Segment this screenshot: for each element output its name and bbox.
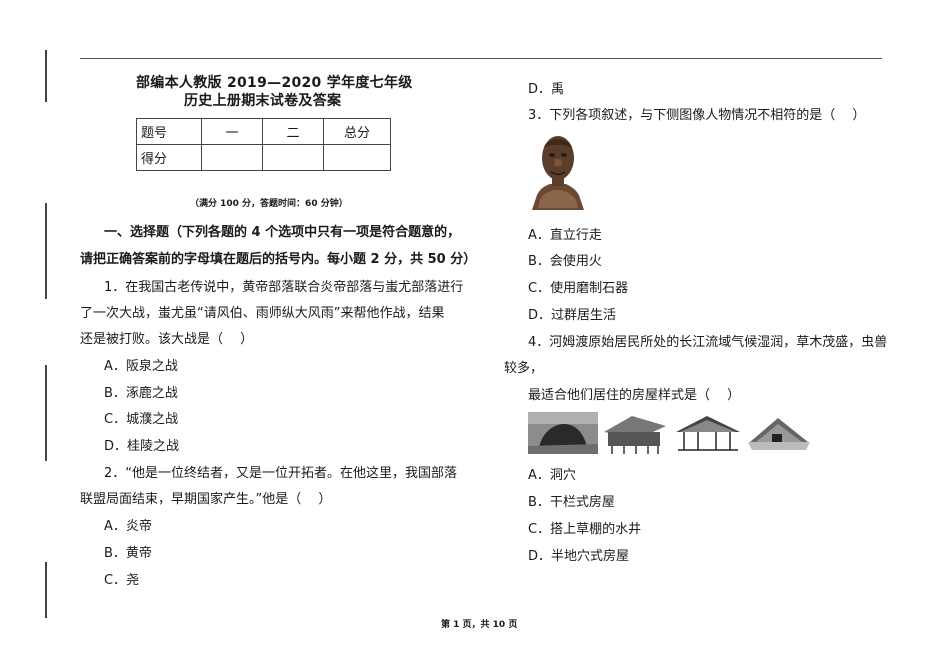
q2-option-b: B．黄帝 [104,546,152,561]
exam-note: （满分 100 分，答题时间：60 分钟） [190,199,348,209]
binding-line-1 [45,50,47,102]
section-heading-line1: 一、选择题（下列各题的 4 个选项中只有一项是符合题意的， [104,225,461,240]
score-cell-score-label: 得分 [136,144,202,171]
peking-man-bust-image [524,128,592,212]
q3-option-d: D．过群居生活 [528,308,617,323]
q4-option-b: B．干栏式房屋 [528,495,615,510]
q1-option-a: A．阪泉之战 [104,359,178,374]
q4-option-d: D．半地穴式房屋 [528,549,630,564]
header-rule [80,58,882,59]
q2-option-d: D．禹 [528,82,565,97]
score-cell-score-1 [201,144,263,171]
score-cell-total: 总分 [323,118,391,145]
semi-subterranean-house-image [746,412,810,454]
page-title-line2: 历史上册期末试卷及答案 [184,93,342,109]
score-cell-label: 题号 [136,118,202,145]
q4-option-c: C．搭上草棚的水井 [528,522,642,537]
q1-line3: 还是被打败。该大战是（ ） [80,332,254,347]
q1-line1: 1．在我国古老传说中，黄帝部落联合炎帝部落与蚩尤部落进行 [104,280,464,295]
q2-line1: 2．“他是一位终结者，又是一位开拓者。在他这里，我国部落 [104,466,458,481]
q3-option-b: B．会使用火 [528,254,602,269]
q4-line2: 较多， [504,361,544,376]
q3-line: 3．下列各项叙述，与下侧图像人物情况不相符的是（ ） [528,108,866,123]
stilt-house-image [600,412,668,454]
q1-option-d: D．桂陵之战 [104,439,180,454]
binding-line-4 [45,562,47,618]
q1-line2: 了一次大战，蚩尤虽“请风伯、雨师纵大风雨”来帮他作战，结果 [80,306,445,321]
q4-line3: 最适合他们居住的房屋样式是（ ） [528,388,741,403]
score-cell-score-total [323,144,391,171]
q4-line1: 4．河姆渡原始居民所处的长江流域气候湿润，草木茂盛，虫兽 [528,335,888,350]
q1-option-c: C．城濮之战 [104,412,179,427]
score-table-score-row: 得分 [136,144,391,171]
cave-image [528,412,598,454]
q2-line2: 联盟局面结束，早期国家产生。”他是（ ） [80,492,332,507]
q2-option-c: C．尧 [104,573,140,588]
score-table: 题号 一 二 总分 得分 [136,118,391,171]
binding-line-2 [45,203,47,299]
q3-option-c: C．使用磨制石器 [528,281,629,296]
thatched-well-image [672,412,742,454]
score-cell-part2: 二 [262,118,324,145]
binding-line-3 [45,365,47,461]
house-styles-image [528,412,810,454]
page-footer: 第 1 页，共 10 页 [441,620,518,630]
q3-option-a: A．直立行走 [528,228,602,243]
page-title-line1: 部编本人教版 2019—2020 学年度七年级 [136,75,413,91]
score-cell-part1: 一 [201,118,263,145]
section-heading-line2: 请把正确答案前的字母填在题后的括号内。每小题 2 分，共 50 分） [80,252,477,267]
q4-option-a: A．洞穴 [528,468,576,483]
q1-option-b: B．涿鹿之战 [104,386,178,401]
score-cell-score-2 [262,144,324,171]
score-table-header-row: 题号 一 二 总分 [136,118,391,145]
q2-option-a: A．炎帝 [104,519,152,534]
